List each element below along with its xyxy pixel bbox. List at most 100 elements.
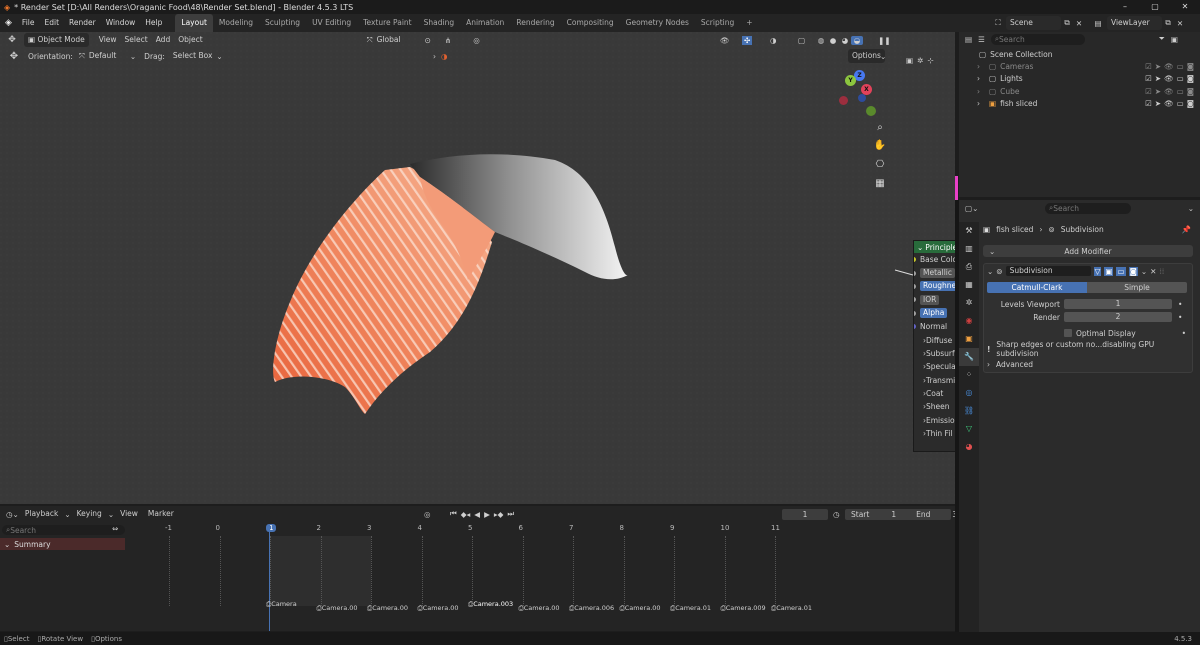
hide-icon[interactable]: 👁 xyxy=(1164,99,1174,108)
camera-marker[interactable]: ⎙Camera.00 xyxy=(367,604,408,613)
disable-render-icon[interactable]: ◙ xyxy=(1187,99,1194,108)
exclude-checkbox-icon[interactable]: ☑ xyxy=(1145,87,1152,96)
camera-marker[interactable]: ⎙Camera.009 xyxy=(721,604,766,613)
hide-icon[interactable]: 👁 xyxy=(1164,74,1174,83)
node-input-socket[interactable] xyxy=(914,270,916,276)
timeline-menu-view[interactable]: View xyxy=(116,507,142,521)
jump-end-icon[interactable]: ⏭ xyxy=(507,509,514,519)
scene-icon[interactable]: ⛶ xyxy=(990,18,1006,28)
next-keyframe-icon[interactable]: ▸◆ xyxy=(494,510,504,519)
new-scene-icon[interactable]: ⧉ xyxy=(1061,18,1073,28)
exclude-checkbox-icon[interactable]: ☑ xyxy=(1145,74,1152,83)
tool-tab-icon[interactable]: ⚒ xyxy=(959,222,979,240)
minimize-button[interactable]: – xyxy=(1110,0,1140,14)
selectable-icon[interactable]: ➤ xyxy=(1155,87,1161,96)
edit-mode-toggle-icon[interactable]: ▽ xyxy=(1093,266,1102,276)
viewport-menu-add[interactable]: Add xyxy=(152,33,175,47)
camera-marker[interactable]: ⎙Camera.006 xyxy=(569,604,614,613)
node-row[interactable]: › Subsurf xyxy=(914,347,955,360)
timeline-search[interactable]: ⌕ Search xyxy=(2,525,125,535)
color-wheel-icon[interactable]: ◑ xyxy=(441,52,448,61)
delete-view-layer-icon[interactable]: ✕ xyxy=(1174,19,1186,28)
camera-marker[interactable]: ⎙Camera.003 xyxy=(468,600,513,609)
menu-render[interactable]: Render xyxy=(64,14,101,32)
navigation-gizmo[interactable]: Z Y X xyxy=(836,70,886,120)
timeline-menu-keying[interactable]: Keying xyxy=(73,507,106,521)
selectable-icon[interactable]: ➤ xyxy=(1155,99,1161,108)
outliner-item[interactable]: › ▢ Lights ☑ ➤ 👁 ▭ ◙ xyxy=(959,73,1200,86)
viewport-toggle-icon[interactable]: ▭ xyxy=(1116,266,1126,276)
menu-edit[interactable]: Edit xyxy=(39,14,64,32)
outliner-item-label[interactable]: Lights xyxy=(1000,74,1023,83)
node-input-socket[interactable] xyxy=(914,310,916,316)
gizmo-y-axis[interactable]: Y xyxy=(845,75,856,86)
area-divider[interactable] xyxy=(955,200,959,633)
outliner-item-label[interactable]: Cameras xyxy=(1000,62,1033,71)
workspace-tab-modeling[interactable]: Modeling xyxy=(213,14,259,32)
exclude-checkbox-icon[interactable]: ☑ xyxy=(1145,62,1152,71)
node-row-label[interactable]: Roughnes xyxy=(920,281,955,292)
pin-icon[interactable]: 📌 xyxy=(1182,225,1191,234)
view-layer-tab-icon[interactable]: ▦ xyxy=(959,276,979,294)
camera-marker[interactable]: ⎙Camera.00 xyxy=(418,604,459,613)
modifier-tab-icon[interactable]: 🔧 xyxy=(959,348,979,366)
workspace-tab-layout[interactable]: Layout xyxy=(175,14,213,32)
editor-type-icon[interactable]: ✥ xyxy=(0,35,24,45)
selectable-icon[interactable]: ➤ xyxy=(1155,74,1161,83)
delete-scene-icon[interactable]: ✕ xyxy=(1073,19,1085,28)
maximize-button[interactable]: ▢ xyxy=(1140,0,1170,14)
outliner-item-label[interactable]: Cube xyxy=(1000,87,1019,96)
scene-collection-row[interactable]: ▢ Scene Collection xyxy=(959,48,1200,60)
hide-icon[interactable]: 👁 xyxy=(1164,62,1174,71)
node-row[interactable]: › Transmi xyxy=(914,374,955,387)
node-input-socket[interactable] xyxy=(914,257,916,263)
node-row-label[interactable]: IOR xyxy=(920,294,940,305)
disable-viewport-icon[interactable]: ▭ xyxy=(1177,62,1184,71)
close-window-button[interactable]: ✕ xyxy=(1170,0,1200,14)
record-icon[interactable]: ◎ xyxy=(424,510,431,519)
render-toggle-icon[interactable]: ◙ xyxy=(1128,266,1138,276)
node-row[interactable]: › Specula xyxy=(914,360,955,373)
shading-wireframe-icon[interactable]: ◍ xyxy=(815,36,827,45)
node-row[interactable]: Alpha xyxy=(914,307,955,320)
properties-editor-icon[interactable]: ▢⌄ xyxy=(965,204,978,213)
node-row[interactable]: › Coat xyxy=(914,387,955,400)
blender-menu-icon[interactable]: ◈ xyxy=(0,18,17,28)
object-mode-dropdown[interactable]: ▣ Object Mode xyxy=(24,33,89,47)
viewport-menu-select[interactable]: Select xyxy=(121,33,152,47)
xray-icon[interactable]: ▢ xyxy=(798,36,805,45)
play-reverse-icon[interactable]: ◀ xyxy=(474,510,480,519)
remove-modifier-icon[interactable]: ✕ xyxy=(1150,267,1156,276)
disable-viewport-icon[interactable]: ▭ xyxy=(1177,87,1184,96)
start-frame-field[interactable]: 1 xyxy=(891,510,896,519)
workspace-tab-shading[interactable]: Shading xyxy=(418,14,460,32)
node-row-label[interactable]: Metallic xyxy=(920,268,955,279)
snap-icon[interactable]: ⋔ xyxy=(445,36,451,45)
node-row[interactable]: › Diffuse xyxy=(914,333,955,346)
pause-render-icon[interactable]: ❚❚ xyxy=(878,36,891,45)
camera-marker[interactable]: ⎙Camera xyxy=(266,600,297,609)
preview-range-icon[interactable]: ◷ xyxy=(833,510,840,519)
hide-icon[interactable]: 👁 xyxy=(1164,87,1174,96)
node-row[interactable]: IOR xyxy=(914,293,955,306)
modifier-menu-icon[interactable]: ⌄ xyxy=(1141,267,1147,276)
menu-file[interactable]: File xyxy=(17,14,40,32)
view-layer-selector[interactable]: ViewLayer xyxy=(1107,16,1162,30)
workspace-tab-scripting[interactable]: Scripting xyxy=(695,14,740,32)
node-row[interactable]: Metallic xyxy=(914,266,955,279)
workspace-tab-texture-paint[interactable]: Texture Paint xyxy=(357,14,417,32)
node-collapse-icon[interactable]: ⌄ xyxy=(917,243,923,252)
shading-solid-icon[interactable]: ● xyxy=(827,36,839,45)
add-workspace-button[interactable]: + xyxy=(740,14,758,32)
world-tab-icon[interactable]: ◉ xyxy=(959,312,979,330)
jump-start-icon[interactable]: ⏮ xyxy=(450,509,457,519)
disable-render-icon[interactable]: ◙ xyxy=(1187,62,1194,71)
node-input-socket[interactable] xyxy=(914,283,916,289)
current-frame-field[interactable]: 1 xyxy=(782,508,828,520)
particles-tab-icon[interactable]: ⁘ xyxy=(959,366,979,384)
disable-render-icon[interactable]: ◙ xyxy=(1187,74,1194,83)
shading-material-icon[interactable]: ◕ xyxy=(839,36,851,45)
render-levels-field[interactable]: 2 xyxy=(1064,312,1172,322)
data-tab-icon[interactable]: ▽ xyxy=(959,420,979,438)
workspace-tab-animation[interactable]: Animation xyxy=(460,14,510,32)
